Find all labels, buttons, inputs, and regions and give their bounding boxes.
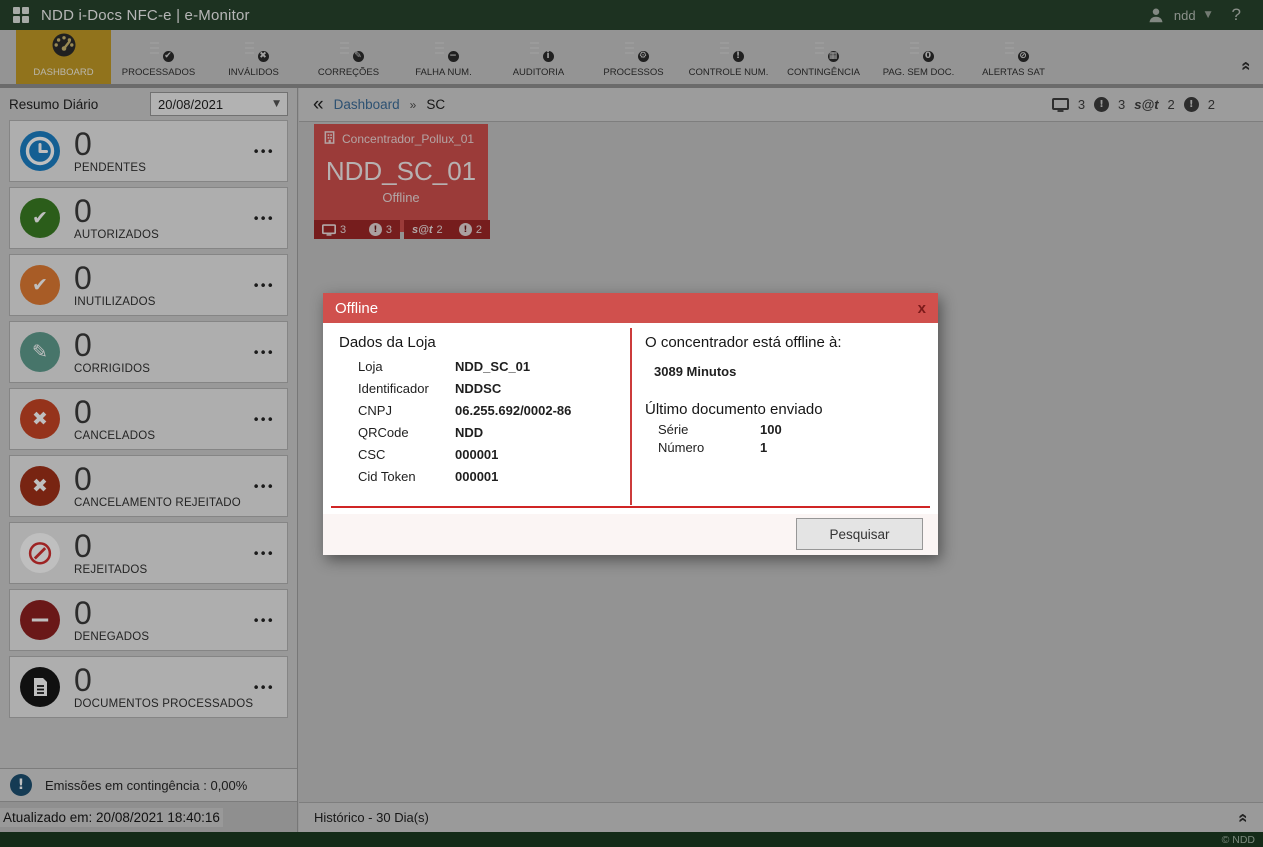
column-divider <box>630 328 632 505</box>
close-icon[interactable]: x <box>918 300 926 317</box>
doc-field-row: Série 100 <box>658 422 782 437</box>
store-field-row: Cid Token 000001 <box>358 469 499 484</box>
store-field-row: Identificador NDDSC <box>358 381 502 396</box>
dialog-title-bar: Offline x <box>323 293 938 323</box>
offline-info-section: O concentrador está offline à: 3089 Minu… <box>645 334 925 454</box>
store-field-row: Loja NDD_SC_01 <box>358 359 531 374</box>
doc-field-row: Número 1 <box>658 440 768 455</box>
dialog-footer: Pesquisar <box>323 514 938 555</box>
store-data-section: Dados da Loja Loja NDD_SC_01 Identificado… <box>339 334 624 483</box>
offline-duration: 3089 Minutos <box>654 364 737 379</box>
store-field-row: CSC 000001 <box>358 447 499 462</box>
footer-divider <box>331 506 930 508</box>
offline-heading: O concentrador está offline à: <box>645 334 842 351</box>
offline-dialog: Offline x Dados da Loja Loja NDD_SC_01 Id… <box>323 293 938 555</box>
dialog-title: Offline <box>335 299 379 317</box>
app-window: NDD i-Docs NFC-e | e-Monitor ndd ▼ ? DAS… <box>0 0 1263 847</box>
last-doc-heading: Último documento enviado <box>645 401 823 418</box>
dialog-body: Dados da Loja Loja NDD_SC_01 Identificado… <box>323 323 938 514</box>
store-heading: Dados da Loja <box>339 334 436 351</box>
search-button[interactable]: Pesquisar <box>796 518 923 550</box>
store-field-row: QRCode NDD <box>358 425 484 440</box>
store-field-row: CNPJ 06.255.692/0002-86 <box>358 403 572 418</box>
